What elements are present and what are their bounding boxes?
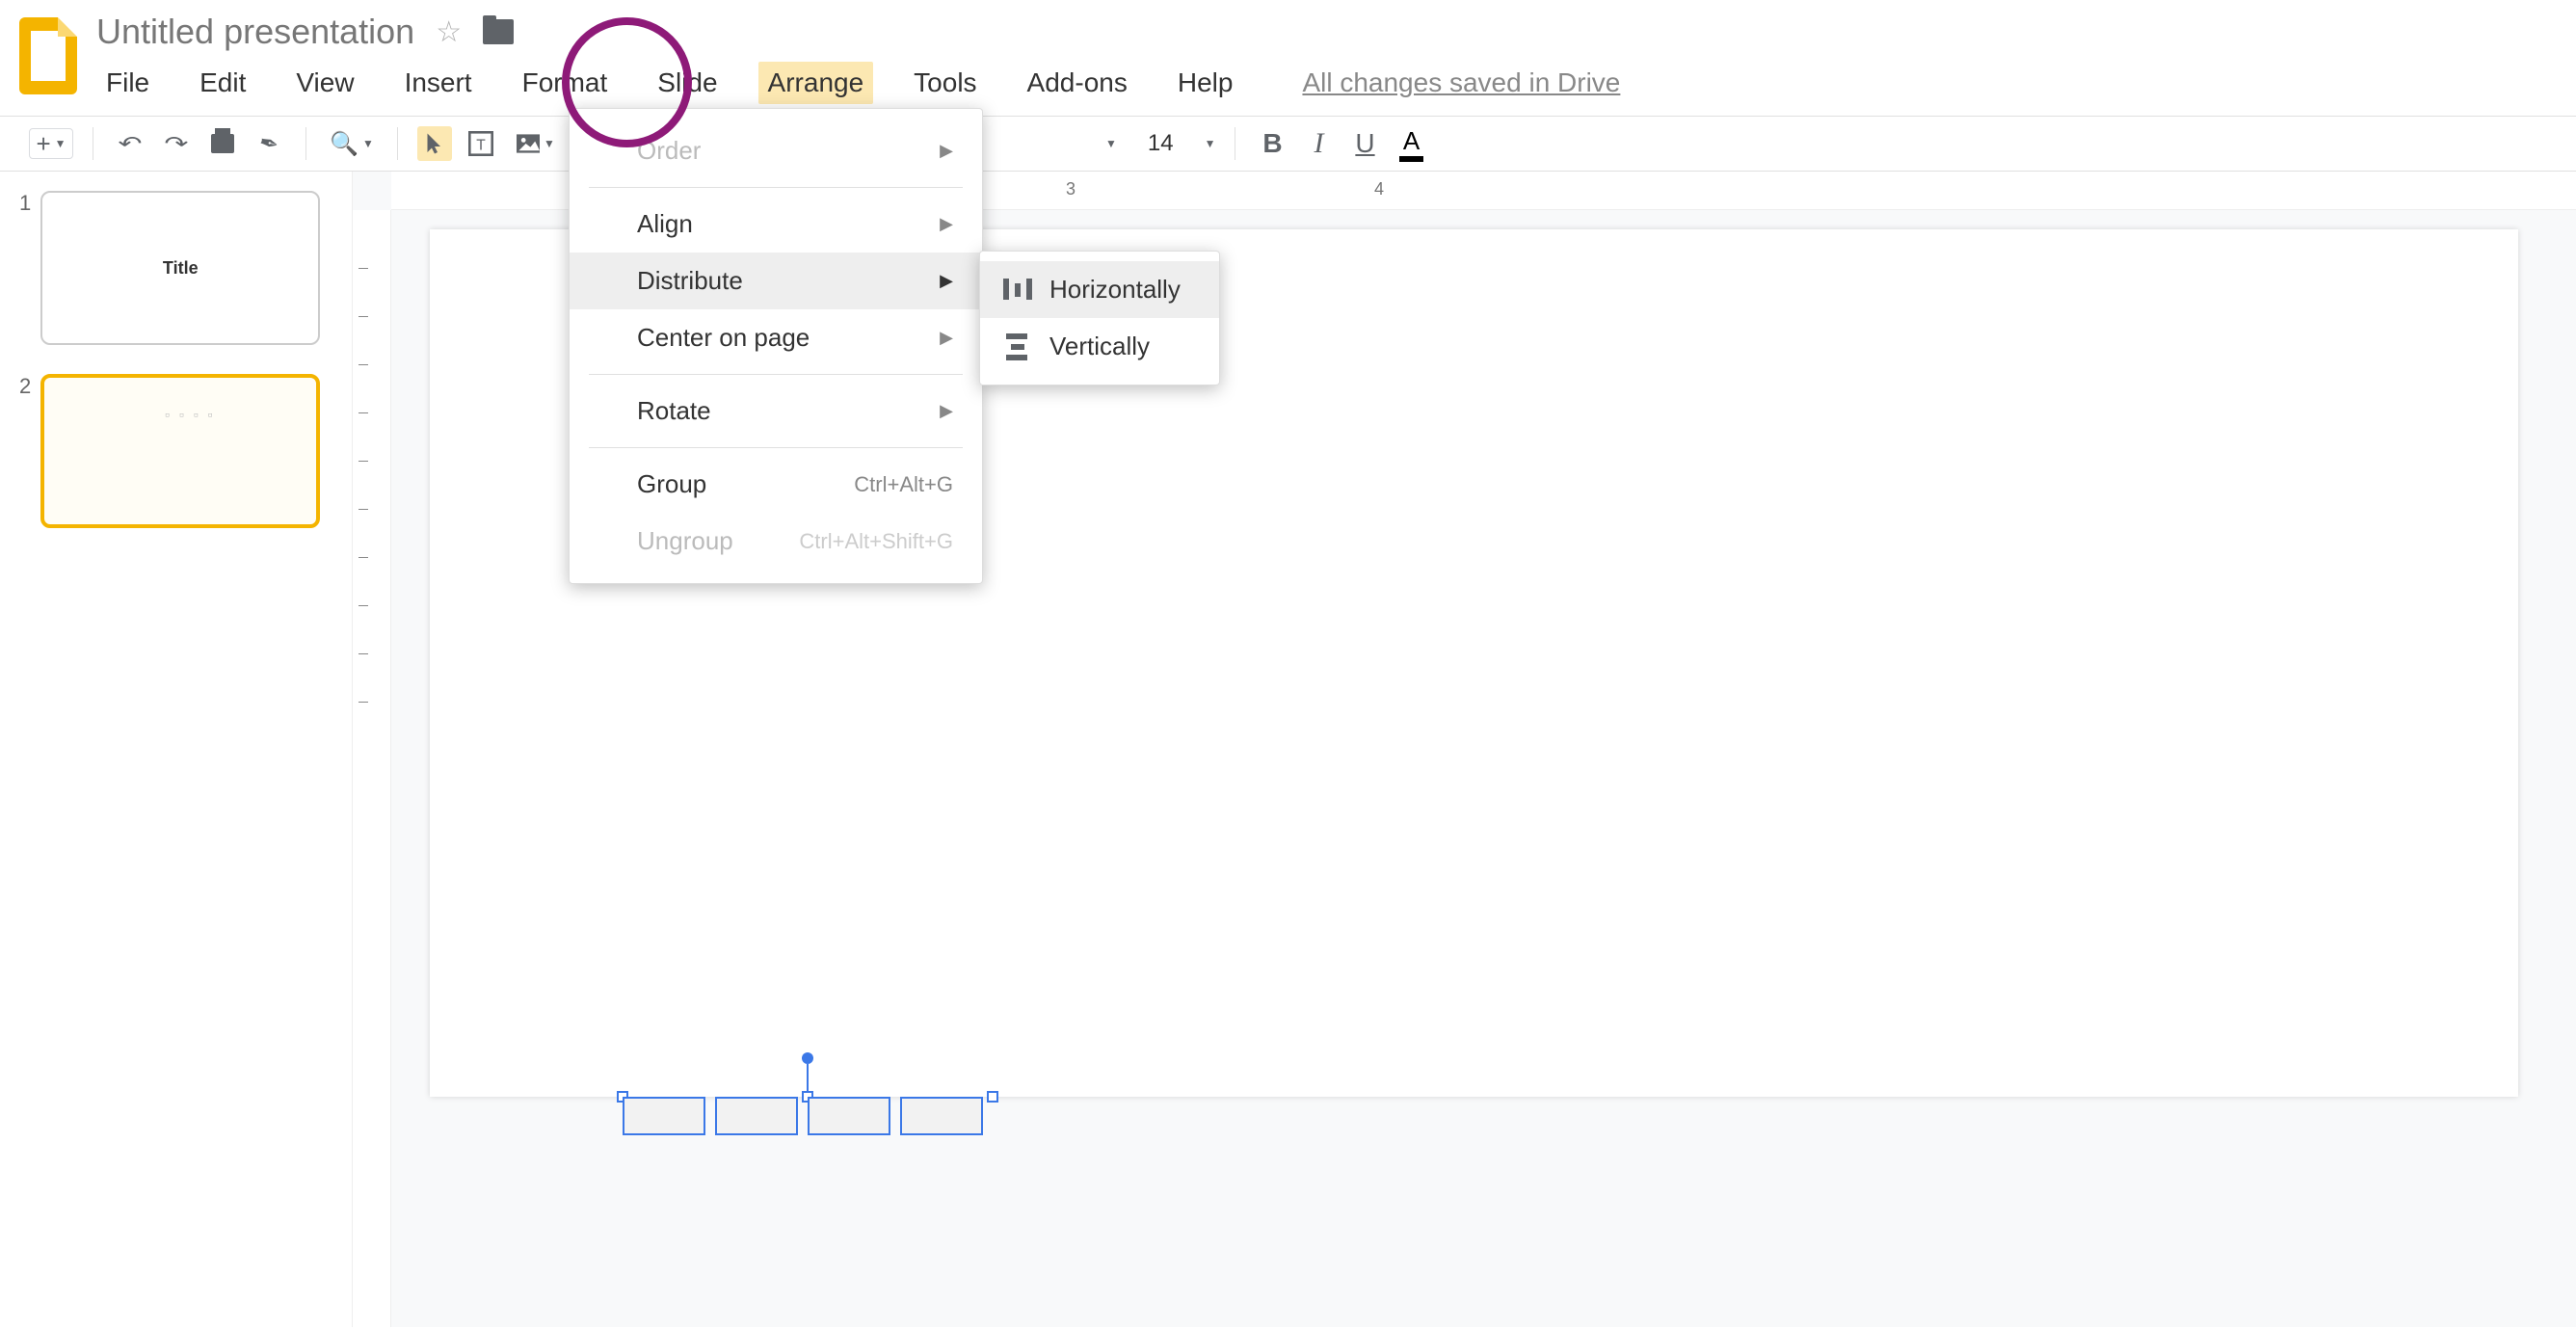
- menu-rotate[interactable]: Rotate ▶: [570, 383, 982, 439]
- distribute-submenu: Horizontally Vertically: [979, 251, 1220, 385]
- font-family-caret[interactable]: ▼: [1105, 137, 1117, 150]
- new-slide-button[interactable]: +▼: [29, 128, 73, 159]
- menu-addons[interactable]: Add-ons: [1018, 62, 1137, 104]
- shortcut-label: Ctrl+Alt+Shift+G: [799, 529, 953, 554]
- star-icon[interactable]: ☆: [436, 15, 462, 49]
- undo-button[interactable]: ↶: [113, 131, 147, 155]
- shape-rect[interactable]: [808, 1097, 890, 1135]
- menu-slide[interactable]: Slide: [648, 62, 727, 104]
- menu-label: Rotate: [637, 396, 711, 426]
- menu-insert[interactable]: Insert: [395, 62, 482, 104]
- distribute-horizontally[interactable]: Horizontally: [980, 261, 1219, 318]
- title-area: Untitled presentation ☆ File Edit View I…: [96, 12, 2557, 104]
- underline-button[interactable]: U: [1347, 126, 1382, 161]
- slide-number: 1: [19, 191, 31, 216]
- rotate-handle-icon[interactable]: [802, 1052, 813, 1064]
- distribute-horizontal-icon: [1003, 277, 1032, 304]
- vertical-ruler: [353, 210, 391, 1327]
- menu-separator: [589, 187, 963, 188]
- text-color-button[interactable]: A: [1394, 126, 1428, 161]
- bold-button[interactable]: B: [1255, 126, 1289, 161]
- shape-rect[interactable]: [900, 1097, 983, 1135]
- slide-thumbnail-1[interactable]: Title: [40, 191, 320, 345]
- menu-center-on-page[interactable]: Center on page ▶: [570, 309, 982, 366]
- menu-align[interactable]: Align ▶: [570, 196, 982, 253]
- font-size-display[interactable]: 14: [1129, 130, 1193, 157]
- thumb-title-text: Title: [163, 258, 199, 279]
- selection-handle[interactable]: [987, 1091, 998, 1103]
- menu-ungroup[interactable]: Ungroup Ctrl+Alt+Shift+G: [570, 513, 982, 570]
- slide-number: 2: [19, 374, 31, 399]
- shape-rect[interactable]: [623, 1097, 705, 1135]
- menu-label: Group: [637, 469, 706, 499]
- redo-button[interactable]: ↷: [159, 131, 194, 155]
- menu-separator: [589, 447, 963, 448]
- print-button[interactable]: [205, 126, 240, 161]
- submenu-arrow-icon: ▶: [940, 141, 953, 161]
- paint-format-button[interactable]: ✒: [248, 122, 290, 165]
- italic-button[interactable]: I: [1301, 126, 1336, 161]
- menubar: File Edit View Insert Format Slide Arran…: [96, 62, 2557, 104]
- menu-distribute[interactable]: Distribute ▶: [570, 253, 982, 309]
- menu-separator: [589, 374, 963, 375]
- menu-group[interactable]: Group Ctrl+Alt+G: [570, 456, 982, 513]
- submenu-arrow-icon: ▶: [940, 214, 953, 234]
- menu-label: Ungroup: [637, 526, 733, 556]
- shortcut-label: Ctrl+Alt+G: [854, 472, 953, 497]
- ruler-number: 4: [1374, 179, 1384, 199]
- image-tool[interactable]: ▼: [510, 134, 562, 153]
- submenu-arrow-icon: ▶: [940, 401, 953, 421]
- header: Untitled presentation ☆ File Edit View I…: [0, 0, 2576, 104]
- menu-label: Order: [637, 136, 701, 166]
- document-title[interactable]: Untitled presentation: [96, 12, 414, 52]
- svg-text:T: T: [476, 138, 486, 154]
- save-status[interactable]: All changes saved in Drive: [1302, 67, 1620, 98]
- menu-file[interactable]: File: [96, 62, 159, 104]
- submenu-arrow-icon: ▶: [940, 328, 953, 348]
- rotate-line: [807, 1064, 809, 1093]
- menu-tools[interactable]: Tools: [904, 62, 986, 104]
- submenu-arrow-icon: ▶: [940, 271, 953, 291]
- menu-arrange[interactable]: Arrange: [758, 62, 874, 104]
- menu-label: Align: [637, 209, 693, 239]
- zoom-button[interactable]: 🔍▼: [326, 130, 378, 158]
- menu-format[interactable]: Format: [513, 62, 618, 104]
- arrange-dropdown: Order ▶ Align ▶ Distribute ▶ Center on p…: [569, 108, 983, 584]
- font-size-caret[interactable]: ▼: [1205, 137, 1216, 150]
- submenu-label: Horizontally: [1049, 275, 1181, 305]
- slide-panel[interactable]: 1 Title 2 ▫ ▫ ▫ ▫: [0, 172, 352, 1327]
- distribute-vertically[interactable]: Vertically: [980, 318, 1219, 375]
- menu-help[interactable]: Help: [1168, 62, 1243, 104]
- ruler-number: 3: [1066, 179, 1076, 199]
- menu-edit[interactable]: Edit: [190, 62, 255, 104]
- menu-view[interactable]: View: [286, 62, 363, 104]
- menu-label: Center on page: [637, 323, 810, 353]
- shape-rect[interactable]: [715, 1097, 798, 1135]
- toolbar: +▼ ↶ ↷ ✒ 🔍▼ T ▼ ▼ 14 ▼ B I U A: [0, 116, 2576, 172]
- slide-thumbnail-2[interactable]: ▫ ▫ ▫ ▫: [40, 374, 320, 528]
- slides-logo-icon: [19, 17, 77, 94]
- menu-order[interactable]: Order ▶: [570, 122, 982, 179]
- select-tool[interactable]: [417, 126, 452, 161]
- distribute-vertical-icon: [1003, 333, 1032, 360]
- workspace: 1 Title 2 ▫ ▫ ▫ ▫ 3 4: [0, 172, 2576, 1327]
- move-folder-icon[interactable]: [483, 19, 514, 44]
- textbox-tool[interactable]: T: [464, 126, 498, 161]
- submenu-label: Vertically: [1049, 332, 1150, 361]
- thumb-shapes-preview: ▫ ▫ ▫ ▫: [165, 407, 216, 422]
- menu-label: Distribute: [637, 266, 743, 296]
